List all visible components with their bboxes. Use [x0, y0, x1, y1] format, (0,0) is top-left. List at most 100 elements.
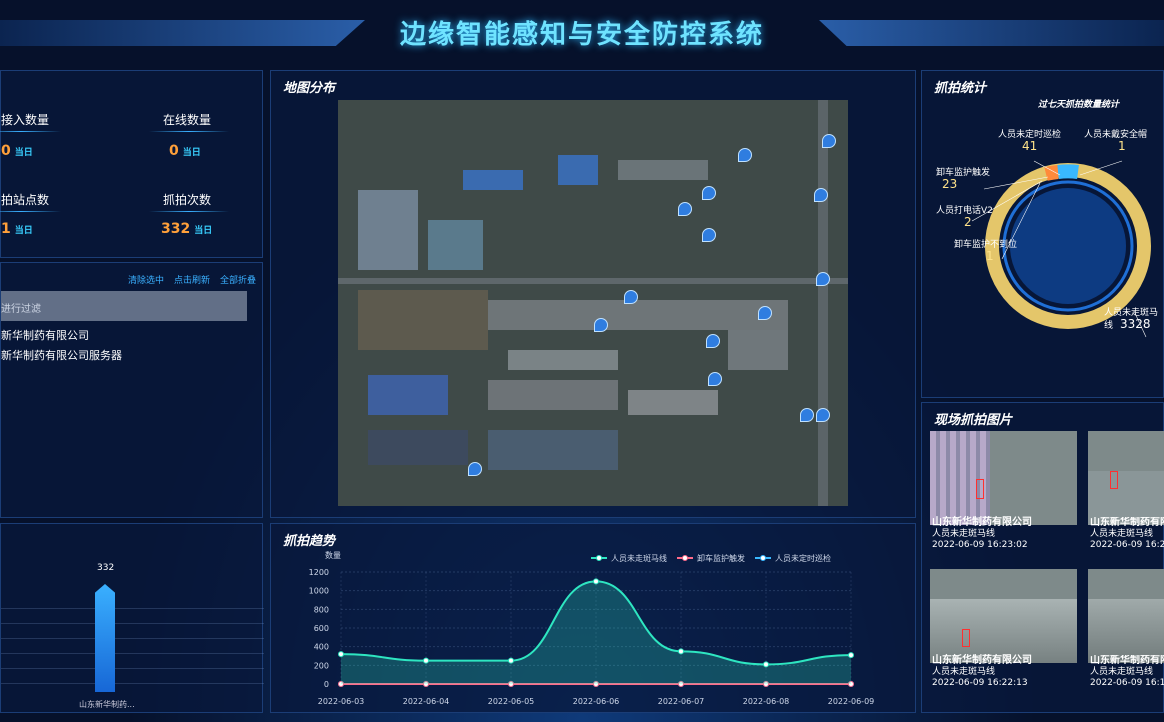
underline [149, 131, 229, 132]
data-point [678, 648, 684, 655]
map-block [488, 380, 618, 410]
header: 边缘智能感知与安全防控系统 [0, 0, 1164, 64]
tree-filter-input[interactable]: 进行过滤 [1, 291, 247, 321]
camera-marker[interactable] [702, 186, 716, 200]
y-axis-label: 数量 [325, 550, 341, 560]
capture-photo[interactable] [1088, 431, 1164, 525]
stat-value-sites: 1 当日 [1, 221, 33, 237]
camera-marker[interactable] [814, 188, 828, 202]
x-tick-label: 2022-06-07 [658, 697, 705, 706]
clear-selection-link[interactable]: 清除选中 [128, 276, 164, 286]
x-tick-label: 2022-06-03 [318, 697, 365, 706]
x-tick-label: 2022-06-04 [403, 697, 450, 706]
underline [0, 211, 61, 212]
detection-box [976, 479, 984, 499]
site-bar[interactable] [95, 584, 115, 692]
photo-caption: 山东新华制药有限公司 人员未走斑马线 2022-06-09 16:22:13 [932, 655, 1032, 688]
trend-chart: 数量 0 200 400 600 800 1000 1200 2022-06-03 2022-06… [309, 550, 875, 706]
data-point [508, 657, 514, 664]
detection-box [962, 629, 970, 647]
photo-scene [930, 431, 990, 525]
map-block [358, 290, 488, 350]
slice-label: 人员未戴安全帽 [1084, 130, 1148, 140]
slice-value: 41 [1022, 139, 1038, 153]
tree-item[interactable]: 新华制药有限公司 [1, 327, 89, 343]
x-tick-label: 2022-06-06 [573, 697, 620, 706]
bar-category-label: 山东新华制药... [79, 700, 135, 709]
map-block [428, 220, 483, 270]
camera-marker[interactable] [816, 272, 830, 286]
collapse-all-link[interactable]: 全部折叠 [220, 276, 256, 286]
stat-value-access: 0 当日 [1, 143, 33, 159]
capture-photo[interactable] [930, 431, 1077, 525]
y-tick-label: 400 [314, 643, 329, 652]
site-bar-panel: 332 山东新华制药... [0, 523, 264, 713]
underline [149, 211, 229, 212]
map-block [368, 430, 468, 465]
camera-marker[interactable] [706, 334, 720, 348]
series-area [341, 581, 851, 684]
slice-value: 1 [1118, 139, 1126, 153]
data-point [423, 657, 429, 664]
data-point [848, 652, 854, 659]
slice-value: 1 [986, 249, 994, 263]
photo-caption: 山东新华制药有限人员未走斑马线2022-06-09 16:22:... [1090, 517, 1164, 550]
camera-marker[interactable] [678, 202, 692, 216]
underline [0, 131, 61, 132]
donut-chart [971, 160, 1151, 338]
map-block [358, 190, 418, 270]
photos-panel: 现场抓拍图片 山东新华制药有限公司 人员未走斑马线 2022-06-09 16:23… [921, 402, 1164, 713]
map-block [508, 350, 618, 370]
map-block [368, 375, 448, 415]
y-tick-label: 1200 [309, 568, 329, 577]
map-block [488, 300, 788, 330]
camera-marker[interactable] [468, 462, 482, 476]
map-road [818, 100, 828, 506]
capture-photo[interactable] [1088, 569, 1164, 663]
slice-value: 23 [942, 177, 958, 191]
stat-label-captures: 抓拍次数 [163, 193, 212, 207]
x-tick-label: 2022-06-08 [743, 697, 790, 706]
y-tick-label: 600 [314, 624, 329, 633]
capture-photo[interactable] [930, 569, 1077, 663]
x-tick-label: 2022-06-09 [828, 697, 875, 706]
donut-center [1010, 188, 1126, 304]
stat-value-online: 0 当日 [169, 143, 201, 159]
refresh-link[interactable]: 点击刷新 [174, 276, 210, 286]
camera-marker[interactable] [594, 318, 608, 332]
stat-value-captures: 332 当日 [161, 221, 213, 237]
camera-marker[interactable] [624, 290, 638, 304]
legend-item: 人员未定时巡检 [775, 553, 831, 563]
bar-grid [1, 594, 264, 684]
legend-item: 人员未走斑马线 [611, 553, 667, 563]
camera-marker[interactable] [800, 408, 814, 422]
map-block [463, 170, 523, 190]
stat-label-access: 接入数量 [1, 113, 50, 127]
camera-marker[interactable] [816, 408, 830, 422]
tree-item[interactable]: 新华制药有限公司服务器 [1, 347, 122, 363]
trend-panel: 抓拍趋势 数量 0 200 400 600 800 1000 1200 2022-06-03 20… [270, 523, 916, 713]
satellite-map[interactable] [338, 100, 848, 506]
legend-swatch-dot [596, 555, 602, 561]
data-point [593, 578, 599, 585]
device-stats-panel: 接入数量 0 当日 在线数量 0 当日 拍站点数 1 当日 抓拍次数 332 当日 [0, 70, 263, 258]
y-tick-label: 800 [314, 605, 329, 614]
device-tree-panel: 清除选中 点击刷新 全部折叠 进行过滤 新华制药有限公司 新华制药有限公司服务器 [0, 262, 263, 518]
map-block [728, 330, 788, 370]
stat-label-online: 在线数量 [163, 113, 212, 127]
photo-caption: 山东新华制药有限人员未走斑马线2022-06-09 16:15:... [1090, 655, 1164, 688]
photos-title: 现场抓拍图片 [934, 413, 1013, 428]
camera-marker[interactable] [822, 134, 836, 148]
map-block [618, 160, 708, 180]
map-title: 地图分布 [283, 81, 336, 96]
donut-slice-inspect[interactable] [1057, 164, 1079, 179]
camera-marker[interactable] [708, 372, 722, 386]
map-block [488, 430, 618, 470]
map-block [628, 390, 718, 415]
detection-box [1110, 471, 1118, 489]
y-tick-label: 1000 [309, 587, 329, 596]
data-point [763, 661, 769, 668]
camera-marker[interactable] [758, 306, 772, 320]
camera-marker[interactable] [738, 148, 752, 162]
camera-marker[interactable] [702, 228, 716, 242]
